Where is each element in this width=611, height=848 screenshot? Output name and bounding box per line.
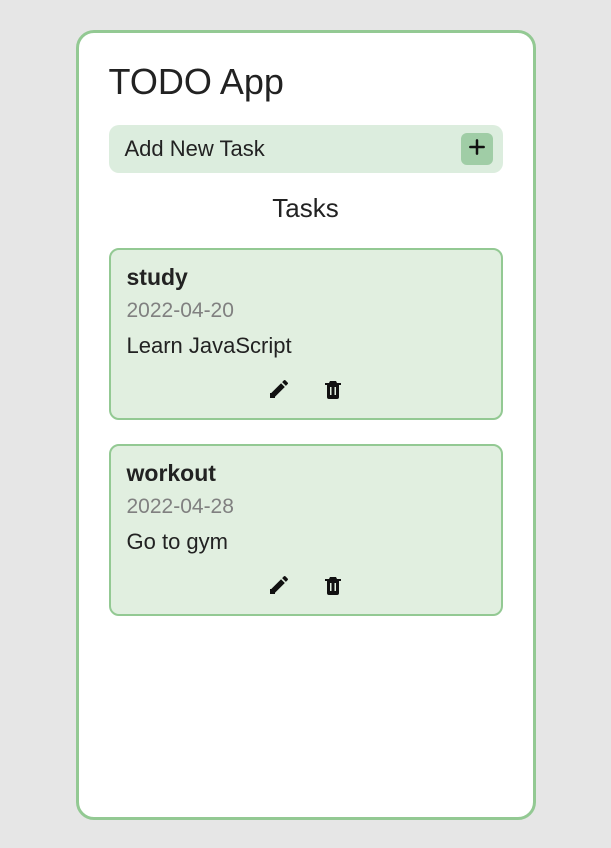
app-title: TODO App <box>109 61 503 103</box>
tasks-list: study 2022-04-20 Learn JavaScript <box>109 248 503 616</box>
task-actions <box>127 573 485 602</box>
task-date: 2022-04-28 <box>127 495 485 519</box>
add-task-button[interactable] <box>461 133 493 165</box>
app-container: TODO App Add New Task Tasks study 2022-0… <box>76 30 536 820</box>
delete-task-button[interactable] <box>321 573 345 602</box>
trash-icon <box>321 377 345 406</box>
trash-icon <box>321 573 345 602</box>
edit-icon <box>267 377 291 406</box>
task-date: 2022-04-20 <box>127 299 485 323</box>
edit-task-button[interactable] <box>267 573 291 602</box>
task-title: study <box>127 264 485 291</box>
edit-icon <box>267 573 291 602</box>
add-task-bar[interactable]: Add New Task <box>109 125 503 173</box>
tasks-heading: Tasks <box>109 193 503 224</box>
task-actions <box>127 377 485 406</box>
task-title: workout <box>127 460 485 487</box>
plus-icon <box>467 137 487 162</box>
task-card: study 2022-04-20 Learn JavaScript <box>109 248 503 420</box>
task-description: Go to gym <box>127 529 485 555</box>
delete-task-button[interactable] <box>321 377 345 406</box>
task-card: workout 2022-04-28 Go to gym <box>109 444 503 616</box>
add-task-label: Add New Task <box>125 136 265 162</box>
task-description: Learn JavaScript <box>127 333 485 359</box>
edit-task-button[interactable] <box>267 377 291 406</box>
